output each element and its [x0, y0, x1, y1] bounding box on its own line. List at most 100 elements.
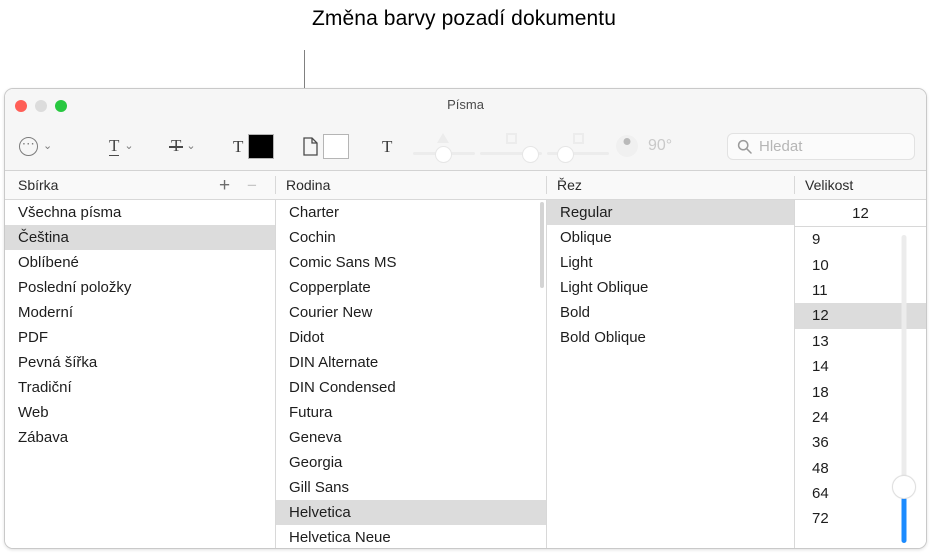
- collection-label: Čeština: [18, 229, 69, 246]
- typefaces-list[interactable]: Regular Oblique Light Light Oblique Bold Bold…: [547, 200, 794, 548]
- shadow-icon: T: [382, 136, 393, 156]
- family-label: DIN Condensed: [289, 379, 396, 396]
- ellipsis-circle-icon: ⋯: [19, 136, 38, 156]
- typeface-row[interactable]: Light: [547, 250, 794, 275]
- shadow-angle-value: 90°: [648, 137, 673, 154]
- family-row[interactable]: Georgia: [276, 450, 546, 475]
- collection-row[interactable]: Moderní: [5, 300, 275, 325]
- sizes-pane[interactable]: 12 9 10 11 12 13 14 18 24 36 48 64 72: [795, 200, 926, 548]
- collection-row[interactable]: Oblíbené: [5, 250, 275, 275]
- header-divider: [546, 176, 547, 194]
- text-shadow-toggle[interactable]: T: [382, 122, 392, 170]
- slider-thumb[interactable]: [435, 146, 452, 163]
- collection-row[interactable]: PDF: [5, 325, 275, 350]
- typeface-row[interactable]: Oblique: [547, 225, 794, 250]
- size-slider-thumb[interactable]: [892, 475, 916, 499]
- size-label: 18: [812, 383, 829, 401]
- shadow-blur-slider[interactable]: [480, 122, 542, 170]
- collections-list[interactable]: Všechna písma Čeština Oblíbené Poslední pol…: [5, 200, 275, 548]
- collection-row[interactable]: Poslední položky: [5, 275, 275, 300]
- family-row[interactable]: Geneva: [276, 425, 546, 450]
- slider-cap-icon: [506, 133, 517, 144]
- family-row[interactable]: Gill Sans: [276, 475, 546, 500]
- document-background-swatch[interactable]: [323, 133, 349, 159]
- text-color-swatch[interactable]: [248, 133, 275, 159]
- strikethrough-menu-button[interactable]: T ⌄: [168, 122, 196, 170]
- strikethrough-icon: T: [168, 137, 184, 156]
- column-header-family[interactable]: Rodina: [286, 171, 330, 199]
- collection-label: Zábava: [18, 429, 69, 446]
- slider-cap-icon: [437, 133, 449, 143]
- actions-menu-button[interactable]: ⋯ ⌄: [19, 122, 52, 170]
- angle-dial-dot: [623, 138, 631, 145]
- family-row[interactable]: Helvetica Neue: [276, 525, 546, 548]
- family-label: Georgia: [289, 454, 343, 471]
- add-collection-button[interactable]: +: [219, 171, 230, 199]
- size-label: 12: [812, 307, 829, 325]
- collection-row[interactable]: Pevná šířka: [5, 350, 275, 375]
- slider-cap-icon: [573, 133, 584, 144]
- chevron-down-icon: ⌄: [124, 139, 134, 152]
- family-label: Helvetica Neue: [289, 529, 391, 546]
- fonts-toolbar: ⋯ ⌄ T ⌄ T ⌄ T T 90° Hledat: [5, 122, 926, 171]
- family-row[interactable]: Comic Sans MS: [276, 250, 546, 275]
- collection-row[interactable]: Web: [5, 400, 275, 425]
- window-title: Písma: [447, 97, 484, 112]
- shadow-opacity-slider[interactable]: [413, 122, 475, 170]
- shadow-offset-slider[interactable]: [547, 122, 609, 170]
- family-label: Geneva: [289, 429, 342, 446]
- collection-label: Poslední položky: [18, 279, 132, 296]
- search-placeholder: Hledat: [759, 138, 803, 155]
- typeface-row[interactable]: Light Oblique: [547, 275, 794, 300]
- family-row[interactable]: Courier New: [276, 300, 546, 325]
- slider-thumb[interactable]: [557, 146, 574, 163]
- family-row[interactable]: DIN Condensed: [276, 375, 546, 400]
- underline-menu-button[interactable]: T ⌄: [109, 122, 134, 170]
- family-row[interactable]: Futura: [276, 400, 546, 425]
- family-row[interactable]: Cochin: [276, 225, 546, 250]
- typeface-label: Regular: [560, 204, 613, 221]
- collection-label: Všechna písma: [18, 204, 122, 221]
- size-input[interactable]: 12: [795, 200, 926, 227]
- collection-row[interactable]: Tradiční: [5, 375, 275, 400]
- family-row[interactable]: Copperplate: [276, 275, 546, 300]
- collection-row[interactable]: Čeština: [5, 225, 275, 250]
- family-row[interactable]: Charter: [276, 200, 546, 225]
- typeface-row[interactable]: Bold Oblique: [547, 325, 794, 350]
- families-scrollbar[interactable]: [540, 202, 544, 288]
- callout-text: Změna barvy pozadí dokumentu: [312, 7, 616, 30]
- size-label: 48: [812, 459, 829, 477]
- collection-label: Tradiční: [18, 379, 72, 396]
- search-field[interactable]: Hledat: [727, 133, 915, 160]
- family-row[interactable]: Helvetica: [276, 500, 546, 525]
- family-label: Gill Sans: [289, 479, 350, 496]
- typeface-row[interactable]: Regular: [547, 200, 794, 225]
- family-row[interactable]: DIN Alternate: [276, 350, 546, 375]
- text-color-control[interactable]: T: [233, 122, 275, 170]
- typeface-label: Light Oblique: [560, 279, 649, 296]
- size-label: 9: [812, 231, 821, 249]
- size-slider[interactable]: [892, 235, 916, 543]
- size-label: 11: [812, 281, 828, 299]
- family-label: Charter: [289, 204, 340, 221]
- family-row[interactable]: Didot: [276, 325, 546, 350]
- minus-icon: −: [247, 175, 257, 195]
- remove-collection-button[interactable]: −: [247, 171, 257, 199]
- collection-label: Web: [18, 404, 49, 421]
- families-list[interactable]: Charter Cochin Comic Sans MS Copperplate Cou…: [276, 200, 546, 548]
- column-header-size[interactable]: Velikost: [805, 171, 853, 199]
- collection-row[interactable]: Všechna písma: [5, 200, 275, 225]
- size-label: 64: [812, 485, 829, 503]
- column-header-collection[interactable]: Sbírka: [18, 171, 58, 199]
- size-label: 14: [812, 358, 829, 376]
- column-header-typeface[interactable]: Řez: [557, 171, 582, 199]
- document-background-color-control[interactable]: [303, 122, 349, 170]
- size-slider-fill: [901, 497, 907, 543]
- slider-thumb[interactable]: [522, 146, 539, 163]
- fonts-panel-window: Písma ⋯ ⌄ T ⌄ T ⌄ T T 90° Hledat Sbírka …: [4, 88, 927, 549]
- angle-dial-icon[interactable]: [616, 135, 638, 157]
- typeface-row[interactable]: Bold: [547, 300, 794, 325]
- shadow-angle-control[interactable]: 90°: [616, 122, 672, 170]
- typeface-label: Oblique: [560, 229, 612, 246]
- collection-row[interactable]: Zábava: [5, 425, 275, 450]
